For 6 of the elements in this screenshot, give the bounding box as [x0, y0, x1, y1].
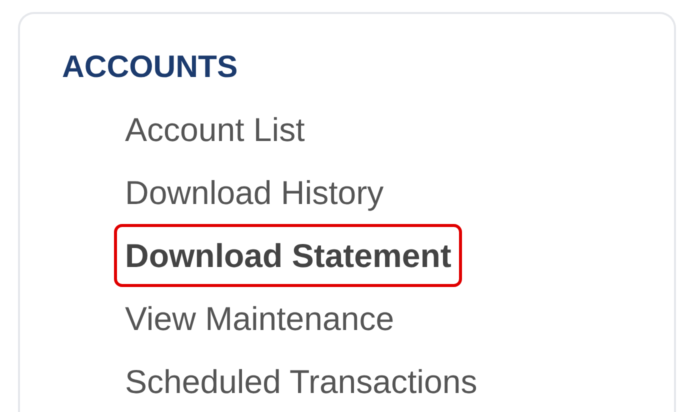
menu-link[interactable]: Scheduled Transactions [114, 350, 488, 412]
menu-link[interactable]: Download Statement [114, 224, 462, 287]
section-heading: ACCOUNTS [62, 48, 238, 86]
menu-link[interactable]: Account List [114, 98, 316, 161]
menu-link[interactable]: Download History [114, 161, 395, 224]
menu-link[interactable]: View Maintenance [114, 287, 406, 350]
